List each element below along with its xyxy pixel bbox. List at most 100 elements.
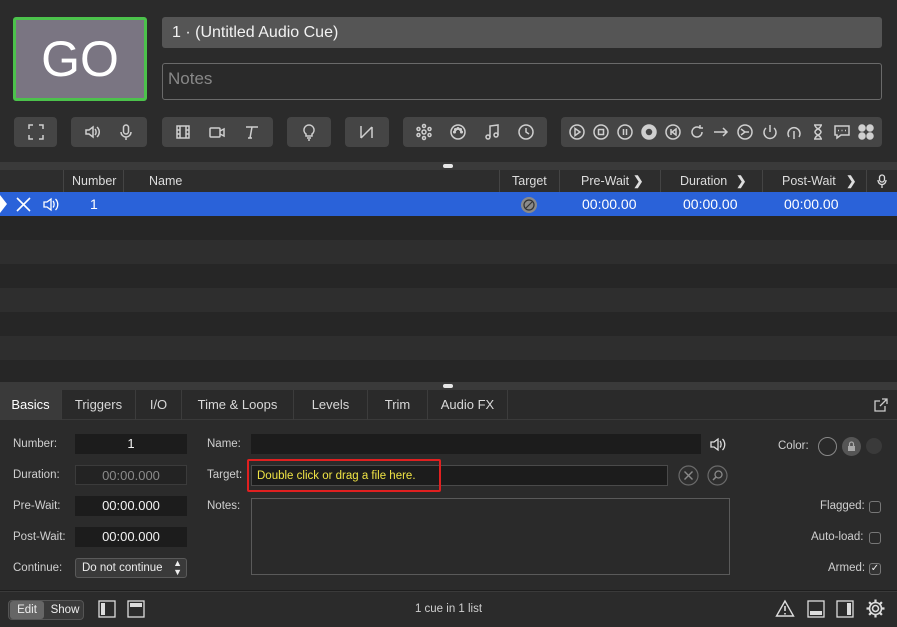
header-name[interactable]: Name [149,170,182,192]
autoload-checkbox[interactable] [869,532,881,544]
empty-row [0,312,897,336]
cue-list: 1 00:00.00 00:00.00 00:00.00 [0,192,897,382]
splitter-handle[interactable] [443,384,453,388]
header-post-wait[interactable]: Post-Wait [782,170,836,192]
header-duration[interactable]: Duration [680,170,727,192]
color-label: Color: [778,440,809,452]
midi-cue-icon[interactable] [447,121,469,143]
mic-cue-icon[interactable] [115,121,137,143]
duration-label: Duration: [13,469,60,481]
status-bar: Edit Show 1 cue in 1 list [0,591,897,627]
fade-cue-icon[interactable] [356,121,378,143]
autoload-label: Auto-load: [811,531,864,543]
bottom-splitter[interactable] [0,382,897,390]
top-panel: GO 1 · (Untitled Audio Cue) Notes [0,0,897,162]
tab-levels[interactable]: Levels [294,390,368,420]
inspector-basics: Number: 1 Duration: 00:00.000 Pre-Wait: … [0,420,897,590]
wait-hourglass-icon[interactable] [807,121,829,143]
armed-checkbox[interactable]: ✓ [869,563,881,575]
row-number: 1 [90,196,98,212]
color-lock-icon[interactable] [842,437,861,456]
start-cue-icon[interactable] [566,121,588,143]
disarm-cue-icon[interactable] [783,121,805,143]
tab-triggers[interactable]: Triggers [62,390,136,420]
stop-cue-icon[interactable] [590,121,612,143]
group-cue-icon[interactable] [855,121,877,143]
postwait-field[interactable]: 00:00.000 [75,527,187,547]
row-pre-wait[interactable]: 00:00.00 [582,192,637,216]
music-note-icon[interactable] [481,121,503,143]
empty-row [0,264,897,288]
toggle-inspector-icon[interactable] [806,599,826,619]
load-cue-icon[interactable] [638,121,660,143]
name-label: Name: [207,438,241,450]
fullscreen-icon[interactable] [25,121,47,143]
armed-label: Armed: [828,562,866,574]
goto-cue-icon[interactable] [710,121,732,143]
playhead-marker-icon [0,195,7,213]
light-cue-icon[interactable] [298,121,320,143]
devamp-cue-icon[interactable] [686,121,708,143]
audio-type-icon [43,197,59,212]
notes-textarea[interactable] [251,498,730,575]
duration-field: 00:00.000 [75,465,187,485]
text-cue-icon[interactable] [241,121,263,143]
prewait-field[interactable]: 00:00.000 [75,496,187,516]
clear-target-icon[interactable] [678,465,699,486]
timecode-clock-icon[interactable] [515,121,537,143]
flagged-label: Flagged: [820,500,865,512]
popout-icon[interactable] [874,398,888,412]
continue-select[interactable]: Do not continue ▲ ▼ [75,558,187,578]
gear-icon[interactable] [865,598,886,619]
tab-basics[interactable]: Basics [0,390,62,420]
empty-row [0,360,897,382]
target-cue-icon[interactable] [734,121,756,143]
row-post-wait[interactable]: 00:00.00 [784,192,839,216]
continue-label: Continue: [13,562,63,574]
toggle-sidebar-right-icon[interactable] [835,599,855,619]
tab-trim[interactable]: Trim [368,390,428,420]
header-pre-wait[interactable]: Pre-Wait [581,170,629,192]
reset-cue-icon[interactable] [662,121,684,143]
tab-time-loops[interactable]: Time & Loops [182,390,294,420]
toolbar-group-video [162,117,273,147]
memo-cue-icon[interactable] [831,121,853,143]
name-field[interactable] [251,434,701,454]
camera-cue-icon[interactable] [206,121,228,143]
warning-icon[interactable] [775,599,795,618]
flagged-checkbox[interactable] [869,501,881,513]
mic-header-icon [877,174,887,188]
highlight-box [247,459,441,492]
color-swatch-none[interactable] [818,437,837,456]
empty-row [0,240,897,264]
number-field[interactable]: 1 [75,434,187,454]
prewait-label: Pre-Wait: [13,500,61,512]
tab-io[interactable]: I/O [136,390,182,420]
post-wait-arrow-icon: ❯ [846,174,857,188]
audio-cue-icon[interactable] [81,121,103,143]
tab-audio-fx[interactable]: Audio FX [428,390,508,420]
top-splitter[interactable] [0,162,897,170]
cue-count-status: 1 cue in 1 list [414,603,483,615]
row-duration[interactable]: 00:00.00 [683,192,738,216]
cue-notes-field[interactable]: Notes [162,63,882,100]
header-target[interactable]: Target [512,170,547,192]
toolbar-group-audio [71,117,147,147]
pre-wait-arrow-icon: ❯ [633,174,644,188]
cue-list-header: Number Name Target Pre-Wait ❯ Duration ❯… [0,170,897,192]
table-row[interactable]: 1 00:00.00 00:00.00 00:00.00 [0,192,897,216]
empty-row [0,336,897,360]
toolbar-group-transport [561,117,882,147]
header-number[interactable]: Number [72,170,116,192]
cue-title-field[interactable]: 1 · (Untitled Audio Cue) [162,17,882,48]
video-cue-icon[interactable] [172,121,194,143]
pause-cue-icon[interactable] [614,121,636,143]
arm-cue-icon[interactable] [759,121,781,143]
splitter-handle[interactable] [443,164,453,168]
search-target-icon[interactable] [707,465,728,486]
color-swatch-extra[interactable] [866,438,882,454]
postwait-label: Post-Wait: [13,531,66,543]
network-cue-icon[interactable] [413,121,435,143]
go-button[interactable]: GO [13,17,147,101]
notes-label: Notes: [207,500,241,512]
